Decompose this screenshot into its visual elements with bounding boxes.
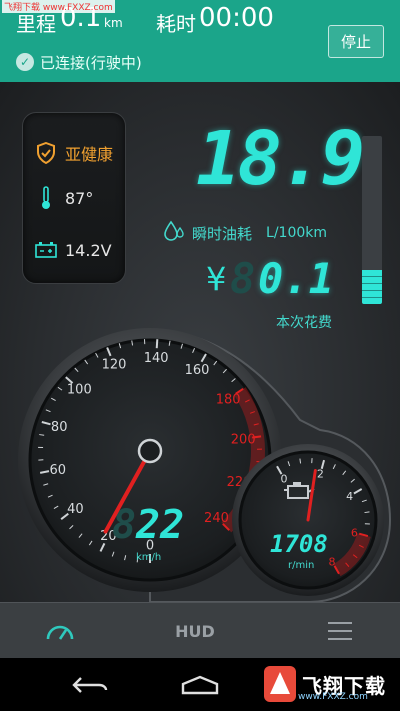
shield-check-icon (35, 142, 57, 164)
health-status: 亚健康 (65, 145, 114, 164)
instant-fuel-label-row: 瞬时油耗 L/100km (162, 219, 327, 247)
cost-currency: ¥ (206, 260, 227, 298)
menu-icon (328, 622, 352, 640)
battery-row: 14.2V (35, 239, 112, 261)
rpm-readout: 1708 (270, 530, 328, 558)
speed-tick-label: 240 (204, 511, 229, 526)
speed-tick-label: 100 (67, 383, 92, 398)
trip-cost-value: 0.1 (258, 254, 334, 303)
back-button[interactable] (60, 658, 120, 711)
speed-tick-label: 200 (231, 432, 256, 447)
elapsed-label: 耗时 (156, 12, 196, 36)
speed-tick (155, 339, 159, 349)
logo-mark-icon (264, 666, 296, 702)
speed-tick-label: 140 (144, 351, 169, 366)
rpm-unit: r/min (288, 560, 314, 571)
rpm-tick (299, 458, 302, 464)
watermark: 飞翔下载 www.FXXZ.com (2, 0, 115, 13)
elapsed-value: 00:00 (199, 3, 274, 33)
logo-url: www.FXXZ.com (298, 692, 368, 702)
rpm-tick-label: 0 (281, 472, 288, 485)
speed-unit: km/h (136, 552, 161, 563)
rpm-tick (364, 511, 370, 514)
speed-tick-label: 120 (102, 358, 127, 373)
speed-tick-label: 180 (216, 392, 241, 407)
thermometer-icon (35, 186, 57, 209)
battery-voltage: 14.2V (65, 240, 112, 260)
nav-menu[interactable] (300, 603, 380, 659)
coolant-temperature: 87° (65, 188, 94, 208)
rpm-tick-label: 2 (317, 467, 324, 480)
speed-needle-hub (137, 438, 163, 464)
fuel-level-fill (362, 270, 382, 304)
gauge-icon (46, 625, 74, 640)
speed-readout: 22 (135, 502, 184, 548)
fuel-unit: L/100km (266, 225, 327, 241)
rpm-tick-label: 8 (329, 555, 336, 568)
vehicle-status-panel: 亚健康 87° 14.2V (22, 112, 126, 284)
temperature-row: 87° (35, 186, 94, 209)
hud-label: HUD (175, 621, 215, 641)
bottom-nav: HUD (0, 602, 400, 658)
instant-fuel-label: 瞬时油耗 (192, 224, 253, 243)
health-row: 亚健康 (35, 141, 113, 165)
gauge-cluster: 020406080100120 140160180200220240 8 22 k… (18, 328, 392, 602)
nav-dashboard[interactable] (20, 603, 100, 659)
rpm-tick-label: 4 (346, 490, 353, 503)
tachometer: 0 2 4 6 8 1708 r/min (232, 444, 384, 596)
connection-status: 已连接(行驶中) (40, 54, 142, 72)
nav-hud[interactable]: HUD (150, 603, 240, 659)
speed-tick-label: 60 (50, 463, 67, 478)
fuel-level-bar (362, 136, 382, 304)
stop-button[interactable]: 停止 (328, 25, 384, 58)
speed-ghost-digit: 8 (112, 502, 136, 548)
cost-ghost-digit: 8 (230, 254, 256, 303)
speed-tick-label: 40 (67, 502, 84, 517)
water-drops-icon (162, 219, 186, 247)
speed-tick-label: 80 (51, 420, 68, 435)
home-icon (181, 675, 219, 694)
home-button[interactable] (170, 658, 230, 711)
trip-unit: km (104, 16, 123, 30)
check-icon: ✓ (16, 53, 34, 71)
instant-fuel-value: 18.9 (196, 116, 365, 202)
speed-tick-label: 160 (185, 363, 210, 378)
back-icon (72, 676, 108, 693)
rpm-tick-label: 6 (351, 526, 358, 539)
battery-icon (35, 239, 57, 261)
